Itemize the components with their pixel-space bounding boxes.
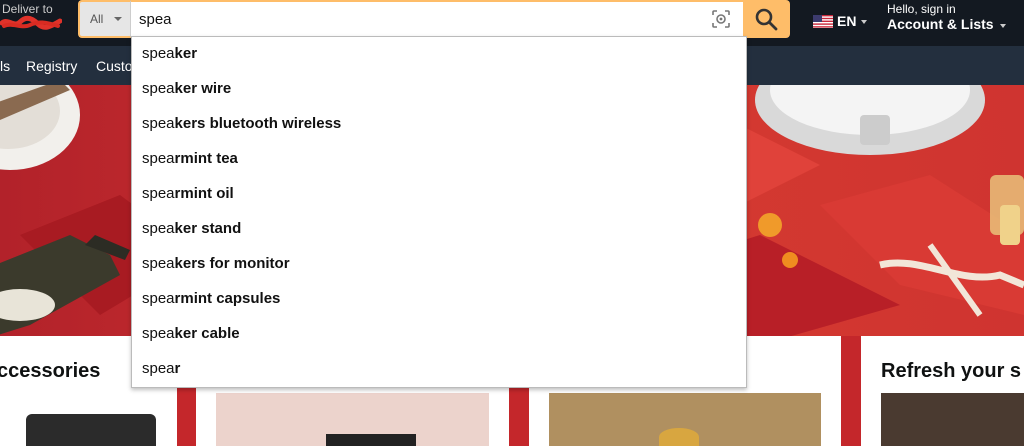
search-suggestions-dropdown: speaker speaker wire speakers bluetooth … [131, 36, 747, 388]
chevron-down-icon [861, 20, 867, 24]
card-title: ccessories [0, 360, 101, 382]
subnav-item-registry[interactable]: Registry [26, 58, 77, 74]
suggestion-item[interactable]: speaker stand [132, 212, 746, 247]
suggestion-item[interactable]: speaker [132, 37, 746, 72]
search-bar: All [78, 0, 790, 38]
search-submit-button[interactable] [743, 0, 790, 38]
search-input[interactable] [131, 2, 691, 36]
suggestion-item[interactable]: spearmint oil [132, 177, 746, 212]
search-icon [755, 8, 778, 31]
card-image-ornament [659, 428, 699, 446]
suggestion-item[interactable]: spearmint capsules [132, 282, 746, 317]
suggestion-item[interactable]: speaker wire [132, 72, 746, 107]
suggestion-item[interactable]: spear [132, 352, 746, 387]
subnav-item-customer-service[interactable]: Custo [96, 58, 133, 74]
chevron-down-icon [1000, 24, 1006, 28]
camera-search-icon[interactable] [711, 9, 731, 29]
card-image-device [326, 434, 416, 446]
redacted-location[interactable] [0, 15, 62, 31]
subnav-item-deals[interactable]: ls [0, 58, 10, 74]
search-input-wrapper [131, 0, 743, 38]
search-category-select[interactable]: All [78, 0, 131, 38]
account-lists-menu[interactable]: Hello, sign in Account & Lists [887, 2, 1022, 32]
language-label: EN [837, 13, 857, 29]
card-image [881, 393, 1024, 446]
us-flag-icon [813, 15, 833, 28]
suggestion-item[interactable]: speakers bluetooth wireless [132, 107, 746, 142]
card-refresh[interactable]: Refresh your s [861, 336, 1024, 446]
suggestion-item[interactable]: speakers for monitor [132, 247, 746, 282]
search-category-label: All [90, 12, 104, 26]
deliver-to-label[interactable]: Deliver to [2, 3, 53, 15]
card-title: Refresh your s [881, 360, 1022, 382]
account-greeting: Hello, sign in [887, 2, 956, 16]
suggestion-item[interactable]: spearmint tea [132, 142, 746, 177]
card-image-keyboard [26, 414, 156, 446]
chevron-down-icon [114, 17, 122, 21]
suggestion-item[interactable]: speaker cable [132, 317, 746, 352]
